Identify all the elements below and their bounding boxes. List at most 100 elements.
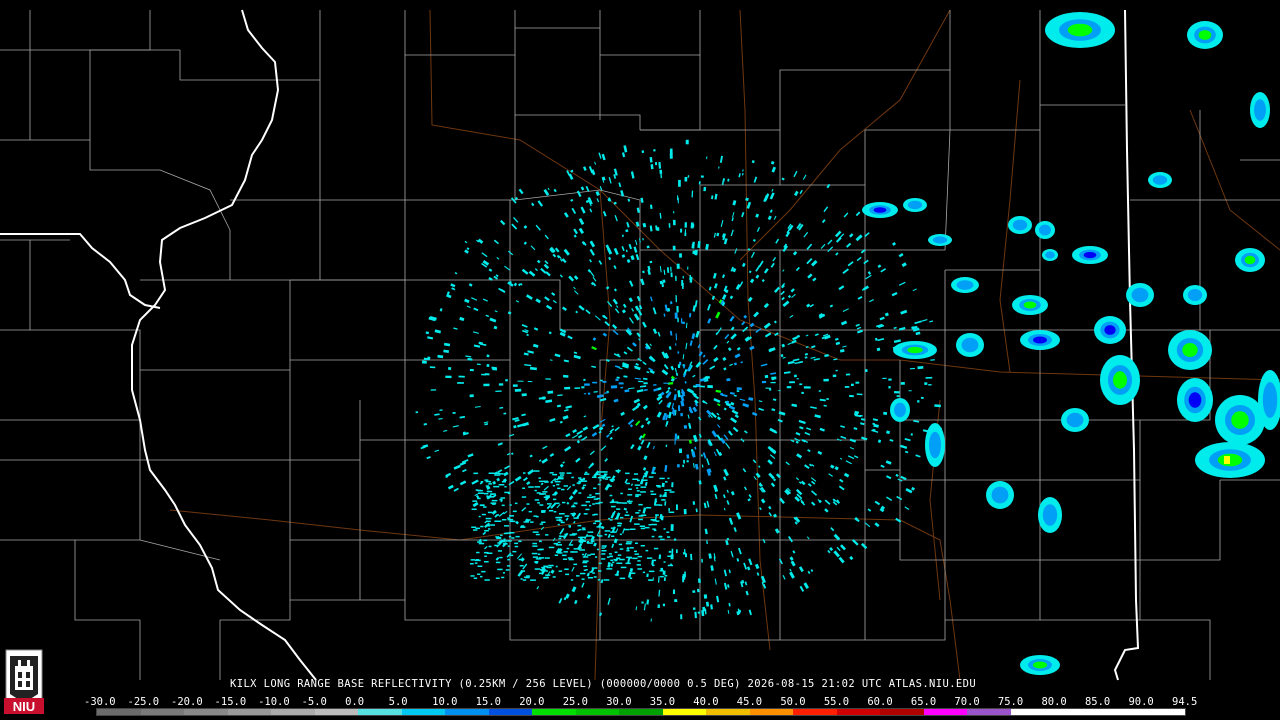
- echo-speck: [655, 514, 659, 516]
- echo-speck: [593, 487, 597, 489]
- echo-speck: [703, 186, 707, 192]
- echo-speck: [539, 548, 544, 551]
- echo-speck: [630, 572, 636, 574]
- echo-speck: [587, 531, 594, 533]
- echo-speck: [572, 484, 575, 486]
- scale-swatch: [314, 709, 359, 715]
- echo-speck: [577, 524, 582, 527]
- echo-speck: [540, 569, 546, 571]
- echo-speck: [823, 378, 829, 382]
- echo-speck: [672, 219, 676, 226]
- echo-speck: [549, 472, 554, 474]
- echo-speck: [557, 541, 561, 544]
- scale-label: 60.0: [867, 696, 893, 708]
- echo-speck: [581, 480, 588, 482]
- echo-speck: [582, 477, 586, 480]
- echo-speck: [587, 392, 591, 395]
- echo-speck: [544, 557, 550, 559]
- echo-speck: [497, 550, 502, 552]
- echo-speck: [636, 490, 640, 492]
- echo-speck: [598, 570, 602, 572]
- echo-speck: [818, 390, 821, 392]
- color-scale-labels: -30.0 -25.0 -20.0 -15.0 -10.0 -5.0 0.0 5.0 10.0 1…: [84, 696, 1200, 708]
- echo-speck: [501, 504, 505, 507]
- echo-speck: [764, 374, 769, 379]
- echo-speck: [654, 162, 658, 166]
- echo-speck: [570, 513, 576, 515]
- scale-label: -15.0: [214, 696, 247, 708]
- echo-speck: [619, 548, 624, 550]
- echo-speck: [604, 473, 608, 475]
- echo-speck: [674, 433, 677, 441]
- echo-speck: [515, 535, 520, 538]
- echo-speck: [445, 375, 452, 379]
- echo-speck: [796, 378, 799, 380]
- echo-speck: [527, 381, 533, 383]
- echo-speck: [496, 472, 501, 475]
- echo-speck: [625, 472, 630, 475]
- echo-speck: [585, 569, 588, 571]
- echo-speck: [592, 476, 597, 478]
- scale-swatch: [880, 709, 924, 715]
- echo-speck: [560, 474, 565, 476]
- storm-cell-core: [1262, 382, 1278, 418]
- echo-speck: [794, 374, 797, 378]
- echo-speck: [494, 474, 501, 476]
- scale-swatch: [532, 709, 576, 715]
- echo-speck: [659, 494, 662, 498]
- echo-speck: [849, 394, 854, 398]
- echo-speck: [542, 491, 548, 493]
- echo-speck: [676, 504, 678, 510]
- echo-speck: [571, 476, 574, 479]
- echo-speck: [826, 397, 829, 400]
- echo-speck: [658, 536, 663, 538]
- echo-speck: [651, 535, 655, 538]
- echo-speck: [504, 486, 507, 488]
- echo-speck: [620, 386, 624, 389]
- echo-speck: [578, 492, 582, 494]
- echo-speck: [601, 550, 607, 552]
- echo-speck: [917, 400, 920, 403]
- echo-speck: [625, 542, 632, 545]
- echo-speck: [663, 382, 670, 384]
- echo-speck: [584, 471, 588, 474]
- echo-speck: [660, 515, 664, 521]
- echo-speck: [629, 547, 634, 549]
- echo-speck: [561, 488, 565, 491]
- echo-speck: [614, 559, 618, 562]
- echo-speck: [598, 471, 605, 473]
- echo-speck: [669, 153, 673, 159]
- storm-cell-core: [873, 207, 887, 213]
- echo-speck: [705, 601, 710, 607]
- echo-speck: [876, 347, 881, 352]
- echo-speck: [550, 481, 553, 484]
- echo-speck: [626, 500, 633, 503]
- niu-logo: NIU: [4, 649, 44, 714]
- echo-speck: [628, 502, 632, 504]
- echo-speck: [430, 389, 437, 391]
- echo-speck: [670, 524, 674, 531]
- echo-speck: [682, 275, 684, 279]
- echo-speck: [697, 588, 700, 593]
- echo-speck: [470, 575, 475, 577]
- echo-speck: [677, 364, 681, 368]
- echo-speck: [543, 565, 548, 567]
- echo-speck: [697, 611, 701, 614]
- echo-speck: [604, 530, 611, 532]
- echo-speck: [771, 377, 775, 381]
- echo-speck: [557, 516, 563, 519]
- echo-speck: [616, 562, 623, 564]
- storm-cell-core: [991, 486, 1009, 504]
- echo-speck: [653, 529, 657, 532]
- echo-speck: [799, 383, 803, 386]
- scale-swatch: [749, 709, 794, 715]
- echo-speck: [514, 542, 519, 545]
- echo-speck: [894, 390, 900, 394]
- echo-speck: [640, 545, 645, 547]
- storm-cell-core: [956, 280, 974, 290]
- echo-speck: [457, 382, 464, 384]
- echo-speck: [528, 510, 532, 513]
- echo-speck: [672, 589, 676, 594]
- echo-speck: [545, 574, 551, 576]
- echo-speck: [496, 537, 502, 539]
